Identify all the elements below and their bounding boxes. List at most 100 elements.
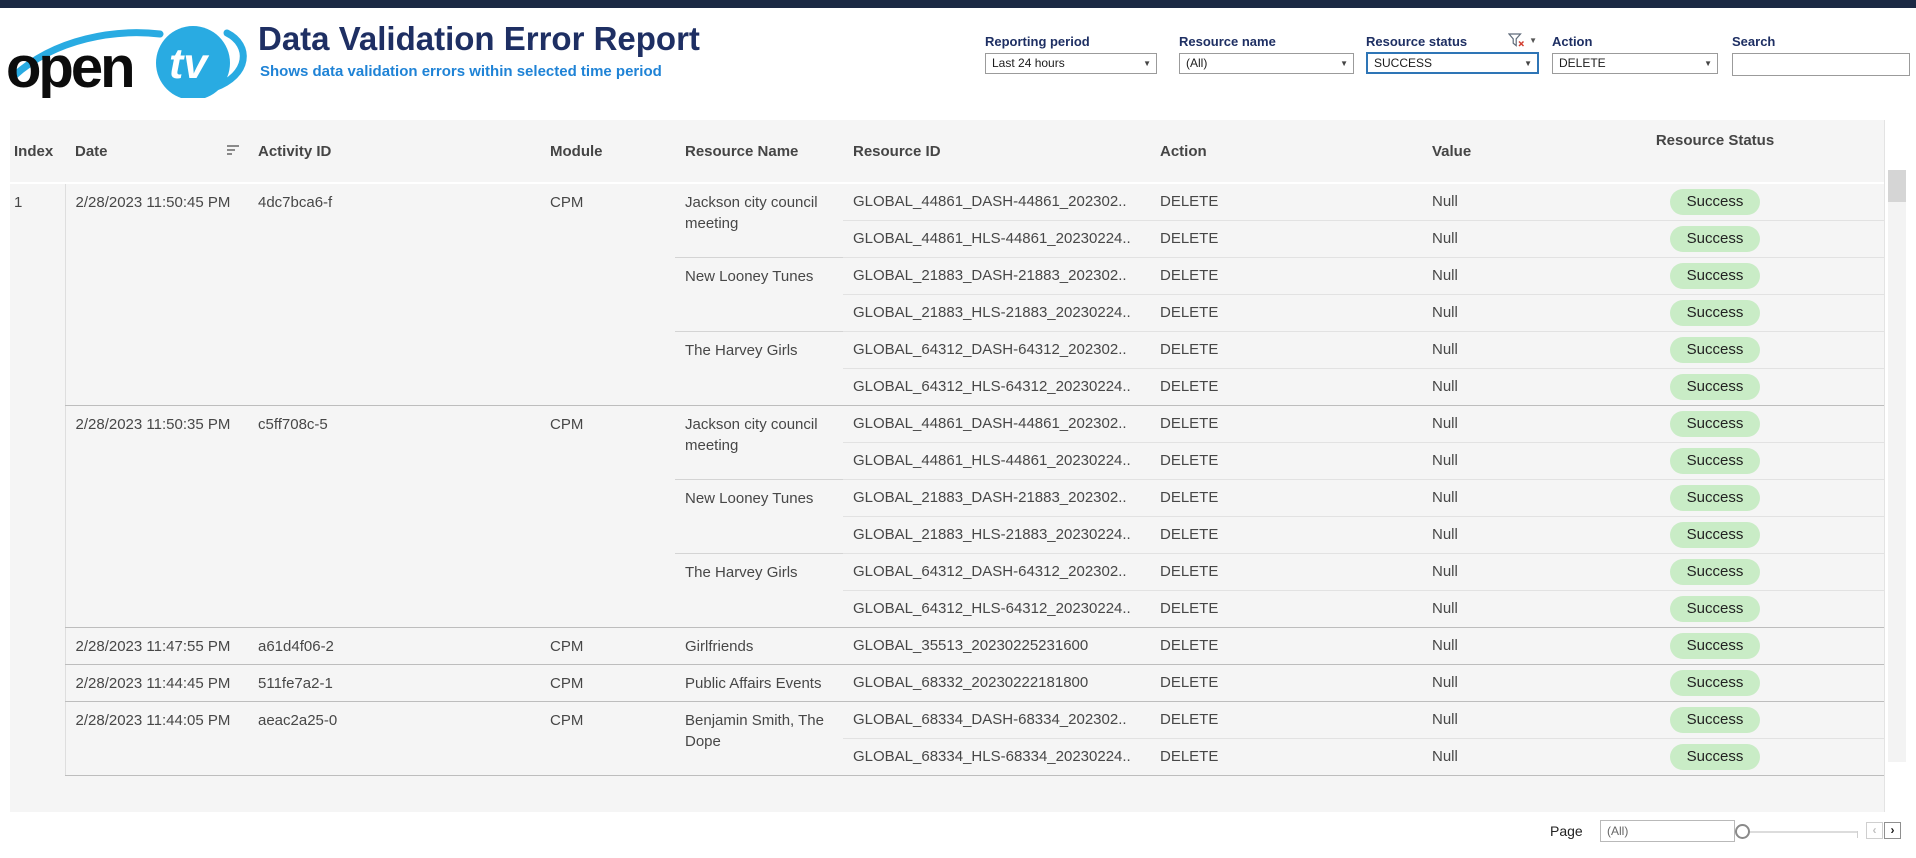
page-subtitle: Shows data validation errors within sele…	[260, 63, 662, 80]
status-badge: Success	[1670, 337, 1761, 363]
vertical-scrollbar-track[interactable]	[1888, 170, 1906, 762]
action-label: Action	[1552, 34, 1718, 51]
resource-status-dropdown[interactable]: SUCCESS ▼	[1366, 52, 1539, 74]
resource-status-cell: Success	[1640, 368, 1884, 405]
status-badge: Success	[1670, 263, 1761, 289]
page-slider-track[interactable]	[1747, 831, 1857, 833]
table-row[interactable]: 2/28/2023 11:50:35 PMc5ff708c-5CPMJackso…	[10, 405, 1884, 442]
resource-status-cell: Success	[1640, 590, 1884, 627]
table-row[interactable]: 2/28/2023 11:47:55 PMa61d4f06-2CPMGirlfr…	[10, 627, 1884, 664]
table-row[interactable]: 2/28/2023 11:44:45 PM511fe7a2-1CPMPublic…	[10, 664, 1884, 701]
table-row[interactable]: 12/28/2023 11:50:45 PM4dc7bca6-fCPMJacks…	[10, 183, 1884, 220]
date-cell: 2/28/2023 11:44:05 PM	[65, 701, 248, 775]
resource-status-cell: Success	[1640, 738, 1884, 775]
module-cell: CPM	[540, 405, 675, 627]
resource-status-cell: Success	[1640, 405, 1884, 442]
action-cell: DELETE	[1150, 331, 1422, 368]
resource-status-cell: Success	[1640, 553, 1884, 590]
status-badge: Success	[1670, 707, 1761, 733]
previous-page-button[interactable]: ‹	[1866, 822, 1883, 839]
resource-status-cell: Success	[1640, 479, 1884, 516]
chevron-down-icon[interactable]: ▼	[1704, 54, 1712, 73]
date-cell: 2/28/2023 11:44:45 PM	[65, 664, 248, 701]
resource-id-cell: GLOBAL_64312_DASH-64312_202302..	[843, 331, 1150, 368]
filter-funnel-clear-icon[interactable]	[1508, 33, 1525, 48]
column-header-action: Action	[1150, 120, 1422, 183]
resource-status-cell: Success	[1640, 183, 1884, 220]
resource-id-cell: GLOBAL_64312_HLS-64312_20230224..	[843, 368, 1150, 405]
resource-status-cell: Success	[1640, 220, 1884, 257]
status-badge: Success	[1670, 744, 1761, 770]
action-cell: DELETE	[1150, 405, 1422, 442]
value-cell: Null	[1422, 257, 1640, 294]
filter-search: Search	[1732, 34, 1910, 76]
status-badge: Success	[1670, 189, 1761, 215]
page-title: Data Validation Error Report	[258, 20, 700, 58]
status-badge: Success	[1670, 300, 1761, 326]
column-header-activity-id: Activity ID	[248, 120, 540, 183]
resource-id-cell: GLOBAL_21883_HLS-21883_20230224..	[843, 294, 1150, 331]
reporting-period-label: Reporting period	[985, 34, 1157, 51]
date-cell: 2/28/2023 11:50:35 PM	[65, 405, 248, 627]
action-cell: DELETE	[1150, 627, 1422, 664]
activity-id-cell: a61d4f06-2	[248, 627, 540, 664]
status-badge: Success	[1670, 633, 1761, 659]
reporting-period-dropdown[interactable]: Last 24 hours ▼	[985, 53, 1157, 74]
value-cell: Null	[1422, 479, 1640, 516]
chevron-down-icon[interactable]: ▼	[1143, 54, 1151, 73]
sort-descending-icon[interactable]	[227, 145, 240, 157]
status-badge: Success	[1670, 559, 1761, 585]
page-select-input[interactable]	[1600, 820, 1735, 842]
action-cell: DELETE	[1150, 257, 1422, 294]
column-header-date[interactable]: Date	[65, 120, 248, 183]
column-header-index: Index	[10, 120, 65, 183]
column-header-resource-id: Resource ID	[843, 120, 1150, 183]
column-header-value: Value	[1422, 120, 1640, 183]
chevron-down-icon[interactable]: ▼	[1340, 54, 1348, 73]
resource-id-cell: GLOBAL_64312_HLS-64312_20230224..	[843, 590, 1150, 627]
vertical-scrollbar-thumb[interactable]	[1888, 170, 1906, 202]
resource-status-cell: Success	[1640, 294, 1884, 331]
data-validation-error-report-page: open tv Data Validation Error Report Sho…	[0, 0, 1916, 858]
module-cell: CPM	[540, 627, 675, 664]
value-cell: Null	[1422, 442, 1640, 479]
activity-id-cell: 4dc7bca6-f	[248, 183, 540, 405]
status-badge: Success	[1670, 448, 1761, 474]
resource-id-cell: GLOBAL_68334_DASH-68334_202302..	[843, 701, 1150, 738]
page-slider-knob[interactable]	[1735, 824, 1750, 839]
resource-name-dropdown[interactable]: (All) ▼	[1179, 53, 1354, 74]
table-row[interactable]: 2/28/2023 11:44:05 PMaeac2a25-0CPMBenjam…	[10, 701, 1884, 738]
resource-status-cell: Success	[1640, 664, 1884, 701]
next-page-button[interactable]: ›	[1884, 822, 1901, 839]
filter-action: Action DELETE ▼	[1552, 34, 1718, 74]
resource-id-cell: GLOBAL_68332_20230222181800	[843, 664, 1150, 701]
action-dropdown[interactable]: DELETE ▼	[1552, 53, 1718, 74]
action-value: DELETE	[1559, 56, 1606, 70]
column-header-module: Module	[540, 120, 675, 183]
resource-name-cell: Girlfriends	[675, 627, 843, 664]
resource-id-cell: GLOBAL_68334_HLS-68334_20230224..	[843, 738, 1150, 775]
chevron-down-icon[interactable]: ▼	[1524, 54, 1532, 73]
search-input[interactable]	[1732, 53, 1910, 76]
resource-status-cell: Success	[1640, 442, 1884, 479]
status-badge: Success	[1670, 522, 1761, 548]
top-navy-bar	[0, 0, 1916, 8]
activity-id-cell: aeac2a25-0	[248, 701, 540, 775]
resource-id-cell: GLOBAL_44861_HLS-44861_20230224..	[843, 220, 1150, 257]
resource-id-cell: GLOBAL_21883_DASH-21883_202302..	[843, 257, 1150, 294]
action-cell: DELETE	[1150, 738, 1422, 775]
value-cell: Null	[1422, 516, 1640, 553]
resource-name-cell: New Looney Tunes	[675, 257, 843, 331]
column-header-resource-status: Resource Status	[1640, 120, 1884, 183]
status-badge: Success	[1670, 374, 1761, 400]
resource-name-cell: Jackson city council meeting	[675, 183, 843, 257]
resource-status-cell: Success	[1640, 257, 1884, 294]
value-cell: Null	[1422, 220, 1640, 257]
action-cell: DELETE	[1150, 479, 1422, 516]
action-cell: DELETE	[1150, 294, 1422, 331]
resource-id-cell: GLOBAL_21883_HLS-21883_20230224..	[843, 516, 1150, 553]
error-report-table: Index Date Activity ID Module Resource N…	[10, 120, 1884, 776]
chevron-down-icon[interactable]: ▼	[1529, 36, 1537, 45]
activity-id-cell: c5ff708c-5	[248, 405, 540, 627]
status-badge: Success	[1670, 596, 1761, 622]
